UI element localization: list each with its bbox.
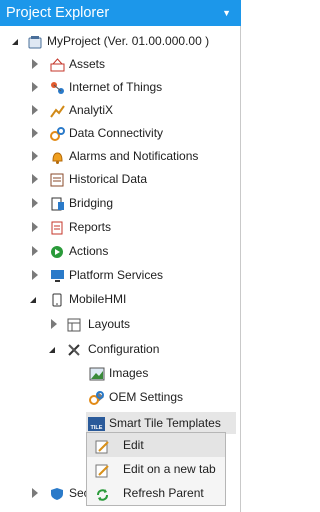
menu-item-edit[interactable]: Edit: [87, 433, 225, 457]
layouts-icon: [67, 317, 82, 332]
tree-item-label: Bridging: [69, 196, 114, 210]
tree-item-label: Data Connectivity: [69, 126, 164, 140]
iot-icon: [50, 80, 65, 94]
tree-item-label: AnalytiX: [69, 103, 114, 117]
panel-dropdown-button[interactable]: ▼: [222, 0, 231, 26]
tree-item-label: Smart Tile Templates: [109, 416, 221, 430]
collapsed-arrow-icon[interactable]: [30, 168, 40, 190]
collapsed-arrow-icon[interactable]: [30, 482, 40, 504]
tree-item-analytix[interactable]: AnalytiX: [28, 99, 233, 121]
tree-item-label: Images: [109, 366, 149, 380]
collapsed-arrow-icon[interactable]: [30, 76, 40, 98]
tree-item-label: Reports: [69, 220, 112, 234]
historical-data-icon: [50, 172, 65, 187]
collapsed-arrow-icon[interactable]: [30, 216, 40, 238]
tree-item-label: Historical Data: [69, 172, 148, 186]
tree-root-label: MyProject (Ver. 01.00.000.00 ): [47, 34, 210, 48]
mobilehmi-icon: [50, 292, 65, 307]
tree-item-mobilehmi[interactable]: MobileHMI: [28, 288, 233, 310]
tree-item-actions[interactable]: Actions: [28, 240, 233, 262]
tree-item-label: Alarms and Notifications: [69, 149, 199, 163]
tree-item-security[interactable]: Sec: [28, 482, 90, 504]
menu-item-refresh-parent[interactable]: Refresh Parent: [87, 481, 225, 505]
expanded-arrow-icon[interactable]: [49, 338, 59, 360]
tree-item-configuration[interactable]: Configuration: [47, 338, 233, 360]
tree-item-smart-tile-templates[interactable]: TILE Smart Tile Templates: [66, 412, 233, 434]
context-menu: Edit Edit on a new tab Refresh Parent: [86, 432, 226, 506]
security-shield-icon: [50, 486, 65, 500]
tree-item-label: OEM Settings: [109, 390, 184, 404]
expanded-arrow-icon[interactable]: [12, 30, 22, 52]
tools-icon: [67, 342, 82, 356]
tree-item-label: Layouts: [88, 317, 131, 331]
data-connectivity-icon: [50, 126, 65, 141]
image-icon: [89, 366, 105, 381]
tree-item-oem-settings[interactable]: OEM Settings: [66, 386, 233, 408]
panel-title: Project Explorer: [6, 5, 110, 21]
settings-gear-icon: [89, 390, 104, 405]
tree-item-bridging[interactable]: Bridging: [28, 192, 233, 214]
tree-item-internet-of-things[interactable]: Internet of Things: [28, 76, 233, 98]
tree-item-platform-services[interactable]: Platform Services: [28, 264, 233, 286]
assets-icon: [50, 57, 65, 72]
collapsed-arrow-icon[interactable]: [30, 240, 40, 262]
menu-item-label: Refresh Parent: [123, 486, 204, 500]
analytix-icon: [50, 103, 65, 118]
tree-item-historical-data[interactable]: Historical Data: [28, 168, 233, 190]
tile-icon: TILE: [88, 416, 106, 431]
menu-item-label: Edit on a new tab: [123, 462, 216, 476]
collapsed-arrow-icon[interactable]: [30, 99, 40, 121]
tree-item-layouts[interactable]: Layouts: [47, 313, 233, 335]
tree-item-hidden-1[interactable]: [66, 434, 104, 456]
tree-item-hidden-2[interactable]: [66, 457, 104, 479]
tree-item-label: Assets: [69, 57, 106, 71]
tile-badge-text: TILE: [91, 425, 103, 431]
tree-item-images[interactable]: Images: [66, 362, 233, 384]
refresh-icon: [95, 486, 110, 501]
collapsed-arrow-icon[interactable]: [30, 122, 40, 144]
platform-services-icon: [50, 268, 65, 282]
collapsed-arrow-icon[interactable]: [30, 192, 40, 214]
edit-pencil-icon: [95, 438, 110, 454]
collapsed-arrow-icon[interactable]: [30, 53, 40, 75]
menu-item-label: Edit: [123, 438, 144, 452]
tree-item-root[interactable]: MyProject (Ver. 01.00.000.00 ): [10, 30, 235, 52]
edit-new-tab-icon: [95, 462, 110, 478]
tree-item-label: Platform Services: [69, 268, 164, 282]
expanded-arrow-icon[interactable]: [30, 288, 40, 310]
bridging-icon: [50, 196, 65, 211]
tree-item-alarms[interactable]: Alarms and Notifications: [28, 145, 233, 167]
panel-title-bar: Project Explorer ▼: [0, 0, 241, 26]
tree-item-label: Actions: [69, 244, 109, 258]
collapsed-arrow-icon[interactable]: [49, 313, 59, 335]
tree-item-label: MobileHMI: [69, 292, 127, 306]
project-explorer-panel: Project Explorer ▼ MyProject (Ver. 01.00…: [0, 0, 241, 512]
menu-item-edit-new-tab[interactable]: Edit on a new tab: [87, 457, 225, 481]
tree-item-assets[interactable]: Assets: [28, 53, 233, 75]
reports-icon: [50, 220, 65, 235]
collapsed-arrow-icon[interactable]: [30, 145, 40, 167]
tree-item-label: Configuration: [88, 342, 160, 356]
collapsed-arrow-icon[interactable]: [30, 264, 40, 286]
project-icon: [28, 34, 43, 49]
actions-icon: [50, 244, 65, 258]
tree-item-data-connectivity[interactable]: Data Connectivity: [28, 122, 233, 144]
tree-item-reports[interactable]: Reports: [28, 216, 233, 238]
alarm-bell-icon: [50, 149, 65, 164]
tree-item-label: Internet of Things: [69, 80, 163, 94]
